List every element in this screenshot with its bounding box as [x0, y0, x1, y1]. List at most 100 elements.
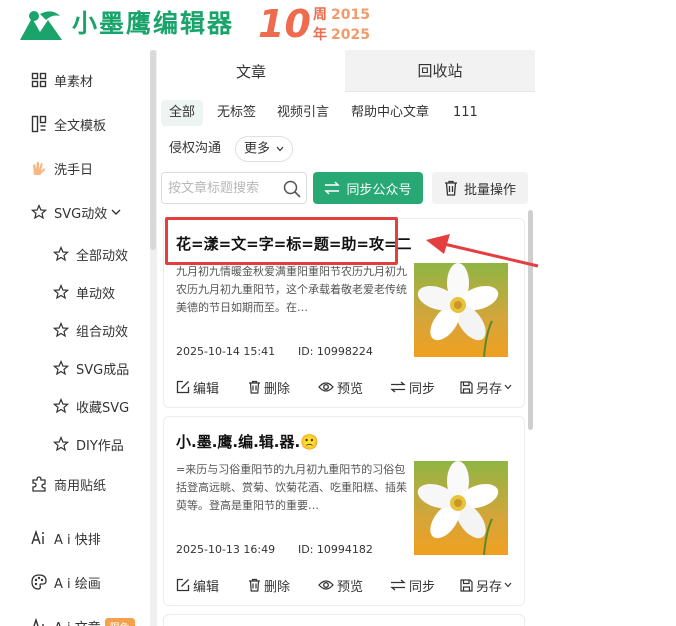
filter-chip-infringement[interactable]: 侵权沟通	[161, 136, 229, 162]
batch-operation-button[interactable]: 批量操作	[432, 172, 528, 204]
brand-name[interactable]: 小墨鹰编辑器	[72, 8, 234, 40]
sync-button[interactable]: 同步	[390, 575, 435, 595]
sidebar-item-label: A i 文章	[54, 617, 101, 626]
sidebar-item-diy-works[interactable]: DIY作品	[52, 432, 124, 456]
sidebar-item-label: DIY作品	[76, 438, 124, 454]
article-summary: =来历与习俗重阳节的九月初九重阳节的习俗包括登高远眺、赏菊、饮菊花酒、吃重阳糕、…	[176, 463, 407, 512]
filter-chip-all[interactable]: 全部	[161, 100, 204, 126]
grid-icon	[30, 71, 48, 89]
sync-label: 同步	[409, 579, 436, 595]
filter-chip-help-center[interactable]: 帮助中心文章	[343, 100, 437, 126]
article-card[interactable]: 小.墨.鹰.编.辑.器.🙁 =来历与习俗重阳节的九月初九重阳节的习俗包括登高远眺…	[163, 416, 525, 606]
sidebar-item-single-animation[interactable]: 单动效	[52, 280, 115, 304]
sidebar-item-svg-animation[interactable]: SVG动效	[30, 200, 121, 224]
chevron-down-icon	[111, 208, 121, 216]
tab-recycle-bin[interactable]: 回收站	[345, 50, 535, 92]
sidebar-item-ai-quick-layout[interactable]: A i 快排	[30, 526, 101, 550]
sidebar-item-label: SVG成品	[76, 362, 130, 378]
sync-icon	[324, 181, 341, 195]
sidebar-item-full-template[interactable]: 全文模板	[30, 112, 106, 136]
sidebar-item-handwash-day[interactable]: 洗手日	[30, 156, 93, 180]
save-as-button[interactable]: 另存	[460, 377, 512, 397]
sidebar-item-label: 全部动效	[76, 248, 129, 264]
sidebar-item-label: A i 快排	[54, 532, 101, 548]
article-actions: 编辑 删除 预览 同步 另存	[176, 377, 522, 397]
trash-icon	[248, 578, 261, 592]
sidebar: 单素材 全文模板 洗手日 SVG动效 全部动效 单动效 组合动效 SVG成品 收…	[0, 50, 150, 626]
filter-chip-untagged[interactable]: 无标签	[209, 100, 264, 126]
sidebar-item-svg-products[interactable]: SVG成品	[52, 356, 129, 380]
article-thumbnail[interactable]	[414, 263, 508, 357]
save-as-button[interactable]: 另存	[460, 575, 512, 595]
sync-icon	[390, 381, 406, 393]
sidebar-item-single-material[interactable]: 单素材	[30, 68, 93, 92]
anniversary-year-end: 2025	[331, 27, 370, 43]
sync-button[interactable]: 同步	[390, 377, 435, 397]
sync-wechat-button[interactable]: 同步公众号	[313, 172, 423, 204]
more-label: 更多	[244, 141, 271, 157]
sidebar-item-label: 单素材	[54, 74, 94, 90]
preview-button[interactable]: 预览	[318, 377, 363, 397]
edit-label: 编辑	[193, 579, 220, 595]
article-id: ID: 10994182	[298, 543, 373, 556]
sidebar-item-combo-animation[interactable]: 组合动效	[52, 318, 128, 342]
edit-icon	[176, 578, 190, 592]
palette-icon	[30, 573, 48, 591]
article-id: ID: 10998224	[298, 345, 373, 358]
edit-button[interactable]: 编辑	[176, 377, 219, 397]
preview-label: 预览	[337, 381, 364, 397]
sidebar-item-commercial-stickers[interactable]: 商用贴纸	[30, 472, 106, 496]
article-card[interactable]	[163, 614, 525, 626]
anniversary-char-2: 年	[313, 27, 327, 43]
tab-articles[interactable]: 文章	[157, 50, 345, 92]
filter-chip-111[interactable]: 111	[445, 100, 486, 126]
star-icon	[52, 435, 70, 453]
sync-wechat-label: 同步公众号	[346, 182, 412, 198]
sync-label: 同步	[409, 381, 436, 397]
batch-operation-label: 批量操作	[463, 182, 516, 198]
star-icon	[52, 397, 70, 415]
article-summary: 九月初九情暖金秋爱满重阳重阳节农历九月初九农历九月初九重阳节，这个承载着敬老爱老…	[176, 265, 407, 314]
star-icon	[30, 203, 48, 221]
sidebar-item-label: A i 绘画	[54, 576, 101, 592]
search-icon[interactable]	[282, 179, 302, 199]
save-as-label: 另存	[476, 381, 503, 397]
app-header: 小墨鹰编辑器 10 周 2015 年 2025	[0, 0, 676, 50]
article-thumbnail[interactable]	[414, 461, 508, 555]
sidebar-item-label: 组合动效	[76, 324, 129, 340]
delete-button[interactable]: 删除	[248, 575, 290, 595]
save-as-label: 另存	[476, 579, 503, 595]
panel-scrollbar[interactable]	[528, 210, 534, 626]
anniversary-char-1: 周	[313, 7, 327, 23]
sidebar-item-ai-article[interactable]: A i 文章 限免	[30, 614, 135, 626]
delete-label: 删除	[264, 381, 291, 397]
sidebar-item-favorite-svg[interactable]: 收藏SVG	[52, 394, 129, 418]
star-icon	[52, 321, 70, 339]
sidebar-item-label: 商用贴纸	[54, 478, 107, 494]
search-input[interactable]	[168, 178, 280, 198]
article-title[interactable]: 小.墨.鹰.编.辑.器.🙁	[176, 431, 319, 452]
template-icon	[30, 115, 48, 133]
sidebar-item-ai-painting[interactable]: A i 绘画	[30, 570, 101, 594]
delete-button[interactable]: 删除	[248, 377, 290, 397]
sidebar-item-label: SVG动效	[54, 206, 108, 222]
search-box	[161, 172, 307, 204]
edit-button[interactable]: 编辑	[176, 575, 219, 595]
anniversary-year-start: 2015	[331, 7, 370, 23]
save-icon	[460, 578, 473, 592]
sidebar-item-label: 收藏SVG	[76, 400, 130, 416]
tab-bar: 文章 回收站	[157, 50, 535, 92]
more-filters-button[interactable]: 更多	[235, 136, 294, 162]
filter-chip-video-intro[interactable]: 视频引言	[269, 100, 337, 126]
article-date: 2025-10-14 15:41	[176, 345, 276, 358]
puzzle-icon	[30, 475, 48, 493]
save-icon	[460, 380, 473, 394]
sidebar-item-all-animations[interactable]: 全部动效	[52, 242, 128, 266]
hands-icon	[30, 159, 48, 177]
article-actions: 编辑 删除 预览 同步 另存	[176, 575, 522, 595]
logo-icon[interactable]	[18, 8, 64, 42]
chevron-down-icon	[504, 582, 512, 588]
trash-icon	[248, 380, 261, 394]
preview-button[interactable]: 预览	[318, 575, 363, 595]
chevron-down-icon	[504, 384, 512, 390]
